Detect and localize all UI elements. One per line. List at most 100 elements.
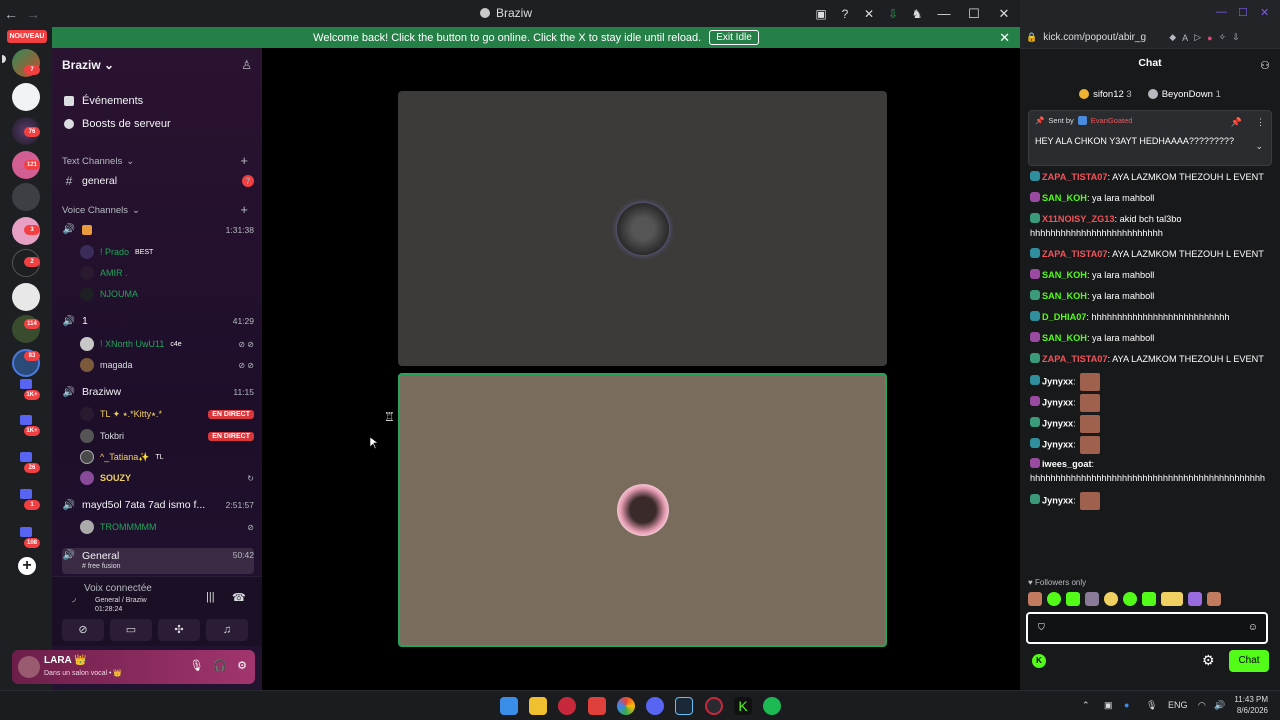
participant-tile[interactable] xyxy=(398,91,887,366)
chat-message[interactable]: Jynyxx: xyxy=(1030,415,1270,433)
chat-message[interactable]: SAN_KOH: ya lara mahboll xyxy=(1030,268,1270,282)
chat-message[interactable]: ZAPA_TISTA07: AYA LAZMKOM THEZOUH L EVEN… xyxy=(1030,247,1270,261)
emote[interactable] xyxy=(1207,592,1221,606)
emoji-icon[interactable]: ☺ xyxy=(1248,622,1258,633)
headphones-icon[interactable]: 🎧 xyxy=(213,659,227,672)
send-icon[interactable]: ▷ xyxy=(1194,32,1201,43)
chat-username[interactable]: SAN_KOH xyxy=(1042,333,1087,343)
minimize-button[interactable]: — xyxy=(1216,6,1227,18)
vencord-icon[interactable]: ♞ xyxy=(910,7,924,21)
gifter[interactable]: BeyonDown 1 xyxy=(1147,89,1221,100)
voice-channel[interactable]: 🔊 1:31:38 xyxy=(62,224,254,235)
vivaldi-icon[interactable] xyxy=(588,697,606,715)
chat-message[interactable]: ZAPA_TISTA07: AYA LAZMKOM THEZOUH L EVEN… xyxy=(1030,352,1270,366)
chat-message[interactable]: D_DHIA07: hhhhhhhhhhhhhhhhhhhhhhhhhhh xyxy=(1030,310,1270,324)
maximize-button[interactable]: ☐ xyxy=(964,6,984,22)
add-server-icon[interactable]: + xyxy=(18,557,36,575)
screen-share-button[interactable]: ▭ xyxy=(110,619,152,641)
wifi-icon[interactable]: ◠ xyxy=(1198,700,1206,711)
tray-chevron-icon[interactable]: ⌃ xyxy=(1082,700,1090,711)
download-icon[interactable]: ⇩ xyxy=(886,7,900,21)
url-text[interactable]: kick.com/popout/abir_g xyxy=(1043,32,1163,43)
chat-message[interactable]: Jynyxx: xyxy=(1030,492,1270,510)
emote[interactable] xyxy=(1028,592,1042,606)
chrome-icon[interactable] xyxy=(617,697,635,715)
chat-username[interactable]: D_DHIA07 xyxy=(1042,312,1086,322)
voice-user[interactable]: SOUZY ↻ xyxy=(80,470,254,486)
chat-username[interactable]: ZAPA_TISTA07 xyxy=(1042,354,1108,364)
text-category[interactable]: Text Channels ⌄ xyxy=(62,156,134,167)
invite-icon[interactable]: ♙ xyxy=(241,58,252,72)
chat-username[interactable]: Jynyxx xyxy=(1042,418,1073,428)
voice-user[interactable]: NJOUMA xyxy=(80,286,254,302)
emote[interactable] xyxy=(1047,592,1061,606)
server-header[interactable]: Braziw ⌄ xyxy=(62,58,114,72)
add-channel-icon[interactable]: + xyxy=(240,153,248,168)
puzzle-icon[interactable]: ✧ xyxy=(1219,32,1227,43)
emote[interactable] xyxy=(1188,592,1202,606)
steam-icon[interactable] xyxy=(675,697,693,715)
banner-close-icon[interactable]: ✕ xyxy=(999,30,1010,46)
chat-username[interactable]: SAN_KOH xyxy=(1042,193,1087,203)
voice-user[interactable]: TL ✦ ⭑.*Kitty⭑.* EN DIRECT xyxy=(80,406,254,422)
volume-icon[interactable]: 🔊 xyxy=(1214,700,1225,711)
forward-arrow-icon[interactable]: → xyxy=(22,6,44,22)
settings-gear-icon[interactable]: ⚙ xyxy=(1202,652,1215,669)
file-explorer-icon[interactable] xyxy=(529,697,547,715)
add-channel-icon[interactable]: + xyxy=(240,202,248,217)
noise-icon[interactable]: ||| xyxy=(206,591,215,603)
username[interactable]: LARA 👑 xyxy=(44,655,87,666)
more-options-icon[interactable]: ⋮ xyxy=(1256,117,1265,128)
soundboard-button[interactable]: ♫ xyxy=(206,619,248,641)
opera-icon[interactable] xyxy=(558,697,576,715)
gifter[interactable]: sifon12 3 xyxy=(1079,89,1132,100)
chat-message[interactable]: Jynyxx: xyxy=(1030,394,1270,412)
chat-input[interactable]: ⛉ ☺ xyxy=(1026,612,1268,644)
start-icon[interactable] xyxy=(500,697,518,715)
emote[interactable] xyxy=(1123,592,1137,606)
chat-username[interactable]: Jynyxx xyxy=(1042,495,1073,505)
download-icon[interactable]: ⇩ xyxy=(1232,32,1240,43)
users-icon[interactable]: ⚇ xyxy=(1260,59,1270,72)
pinned-message[interactable]: 📌 Sent by EvanGoated 📌 ⋮ HEY ALA CHKON Y… xyxy=(1028,110,1272,166)
extension-icon[interactable]: ● xyxy=(1207,33,1212,43)
opera-gx-icon[interactable] xyxy=(705,697,723,715)
emote[interactable] xyxy=(1104,592,1118,606)
emote[interactable] xyxy=(1142,592,1156,606)
voice-channel[interactable]: 🔊 1 41:29 xyxy=(62,315,254,327)
chat-message[interactable]: SAN_KOH: ya lara mahboll xyxy=(1030,191,1270,205)
voice-user[interactable]: ! Prado BEST xyxy=(80,244,254,260)
chat-message[interactable]: Jynyxx: xyxy=(1030,373,1270,391)
exit-idle-button[interactable]: Exit Idle xyxy=(709,30,759,45)
chat-username[interactable]: SAN_KOH xyxy=(1042,291,1087,301)
activities-button[interactable]: ✣ xyxy=(158,619,200,641)
voice-user[interactable]: Tokbri EN DIRECT xyxy=(80,428,254,444)
inbox-icon[interactable]: ▣ xyxy=(814,7,828,21)
kick-app-icon[interactable]: K xyxy=(734,697,752,715)
kick-logo-icon[interactable]: K xyxy=(1032,654,1046,668)
discord-icon[interactable] xyxy=(646,697,664,715)
camera-button[interactable]: ⊘ xyxy=(62,619,104,641)
voice-user[interactable]: AMIR . xyxy=(80,265,254,281)
chat-message[interactable]: iwees_goat: hhhhhhhhhhhhhhhhhhhhhhhhhhhh… xyxy=(1030,457,1270,485)
chat-username[interactable]: SAN_KOH xyxy=(1042,270,1087,280)
emote[interactable] xyxy=(1066,592,1080,606)
chat-message[interactable]: Jynyxx: xyxy=(1030,436,1270,454)
folder-icon[interactable] xyxy=(20,415,32,425)
language-indicator[interactable]: ENG xyxy=(1168,700,1188,710)
chat-username[interactable]: Jynyxx xyxy=(1042,376,1073,386)
chat-username[interactable]: ZAPA_TISTA07 xyxy=(1042,249,1108,259)
emote[interactable] xyxy=(1085,592,1099,606)
help-icon[interactable]: ? xyxy=(838,7,852,21)
close-button[interactable]: ✕ xyxy=(1260,6,1269,19)
server-icon-2[interactable] xyxy=(12,83,40,111)
chat-message[interactable]: ZAPA_TISTA07: AYA LAZMKOM THEZOUH L EVEN… xyxy=(1030,170,1270,184)
chat-username[interactable]: Jynyxx xyxy=(1042,439,1073,449)
translate-icon[interactable]: A xyxy=(1182,33,1188,43)
minimize-button[interactable]: — xyxy=(934,6,954,21)
voice-category[interactable]: Voice Channels ⌄ xyxy=(62,205,140,216)
voice-channel[interactable]: 🔊 mayd5ol 7ata 7ad ismo f... 2:51:57 xyxy=(62,499,254,511)
tools-icon[interactable]: ✕ xyxy=(862,7,876,21)
close-button[interactable]: ✕ xyxy=(994,6,1014,22)
chevron-down-icon[interactable]: ⌄ xyxy=(1255,141,1263,152)
